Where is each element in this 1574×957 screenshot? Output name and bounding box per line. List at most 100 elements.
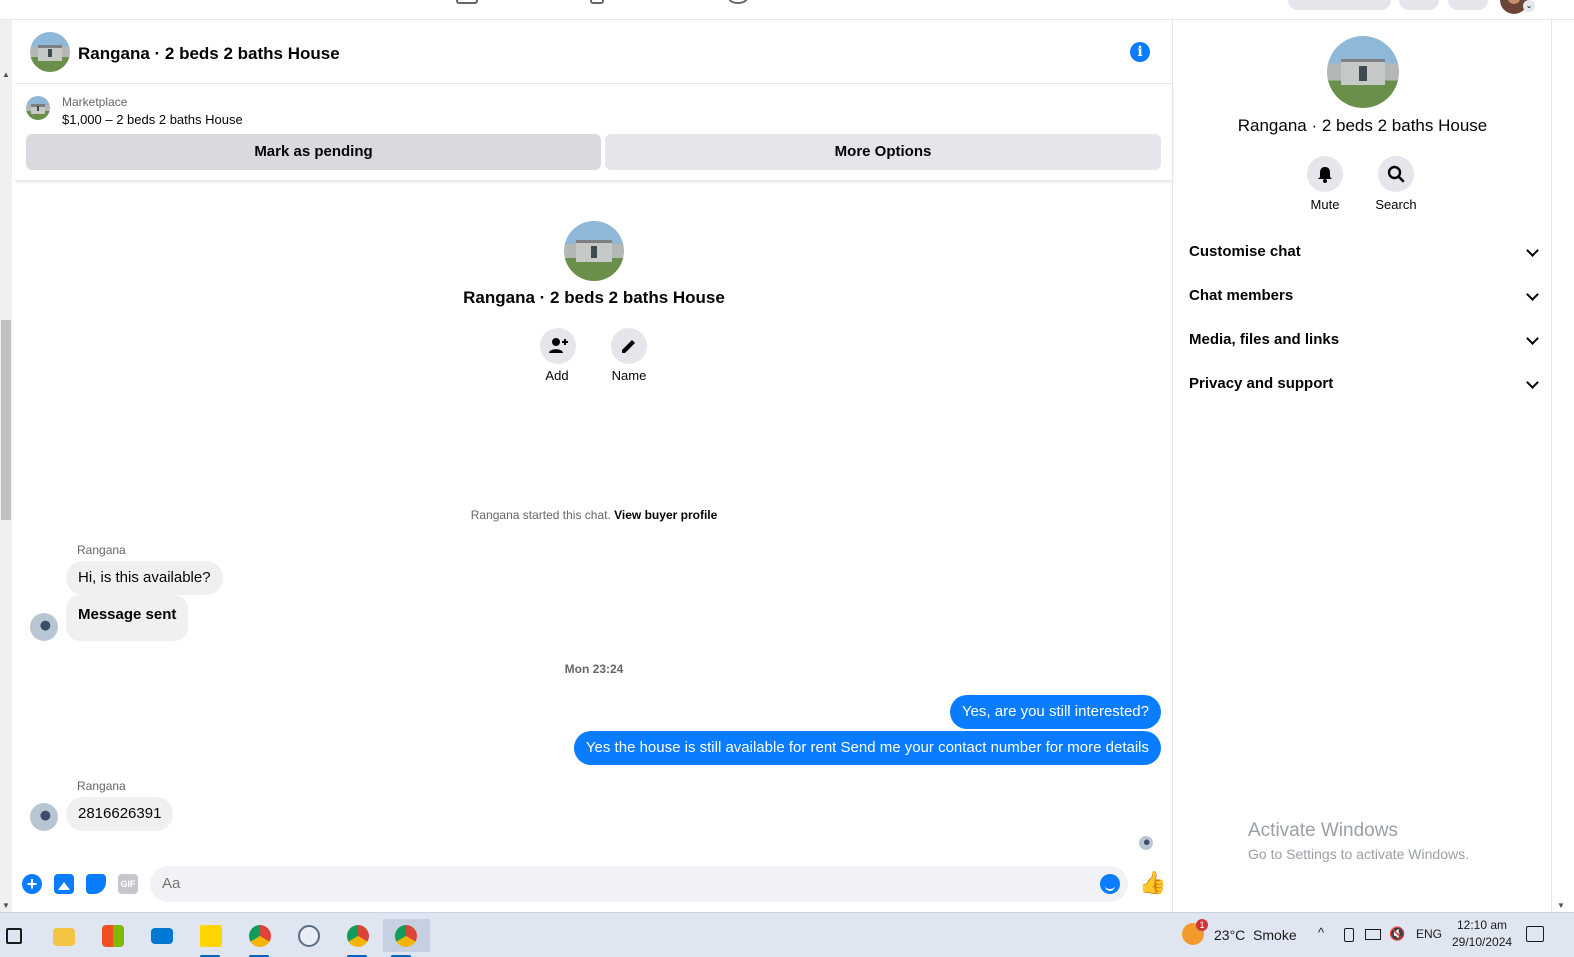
chat-window: Rangana · 2 beds 2 baths House i Marketp… xyxy=(15,20,1173,912)
section-media-files-links[interactable]: Media, files and links xyxy=(1189,322,1539,358)
scroll-down-arrow-icon[interactable]: ▼ xyxy=(1557,901,1565,910)
intro-avatar xyxy=(564,221,624,281)
message-bubble-outgoing[interactable]: Yes the house is still available for ren… xyxy=(573,731,1161,765)
chrome-profile-1-icon[interactable] xyxy=(241,919,277,957)
tray-chevron-up-icon[interactable]: ^ xyxy=(1318,925,1324,940)
chat-avatar[interactable] xyxy=(30,32,70,72)
scrollbar-thumb[interactable] xyxy=(1,320,11,520)
clock-time: 12:10 am xyxy=(1456,918,1508,932)
view-buyer-profile-link[interactable]: View buyer profile xyxy=(614,508,717,522)
search-button[interactable] xyxy=(1378,156,1414,192)
volume-muted-icon[interactable]: 🔇 xyxy=(1389,926,1405,942)
section-customise-chat[interactable]: Customise chat xyxy=(1189,234,1539,270)
meet-now-icon[interactable] xyxy=(1344,928,1354,942)
emoji-icon[interactable] xyxy=(1100,874,1120,894)
groups-nav-icon[interactable] xyxy=(590,0,604,4)
panel-avatar[interactable] xyxy=(1327,36,1399,108)
chat-started-note: Rangana started this chat. View buyer pr… xyxy=(15,508,1173,522)
mute-button[interactable] xyxy=(1307,156,1343,192)
thumbs-up-icon[interactable]: 👍 xyxy=(1139,871,1166,895)
section-label: Customise chat xyxy=(1189,243,1301,260)
photo-icon[interactable] xyxy=(54,874,74,894)
chat-info-panel: Rangana · 2 beds 2 baths House Mute Sear… xyxy=(1174,20,1551,912)
system-clock[interactable]: 12:10 am 29/10/2024 xyxy=(1452,917,1512,951)
sender-name: Rangana xyxy=(77,779,126,793)
seen-receipt-avatar xyxy=(1139,836,1153,850)
bell-icon xyxy=(1318,167,1332,183)
chat-title[interactable]: Rangana · 2 beds 2 baths House xyxy=(78,44,340,64)
section-privacy-support[interactable]: Privacy and support xyxy=(1189,366,1539,402)
message-sent-bubble[interactable]: Message sent xyxy=(66,595,189,641)
messenger-icon[interactable] xyxy=(1448,0,1488,10)
marketplace-nav-icon[interactable] xyxy=(456,0,478,4)
chat-header: Rangana · 2 beds 2 baths House i xyxy=(15,20,1173,84)
message-composer: + GIF 👍 xyxy=(15,864,1173,912)
sender-avatar[interactable] xyxy=(30,613,58,641)
microsoft-store-icon[interactable] xyxy=(94,919,130,952)
more-options-button[interactable]: More Options xyxy=(605,134,1161,170)
left-scrollbar[interactable]: ▲ ▼ xyxy=(0,20,12,912)
scroll-up-arrow-icon[interactable]: ▲ xyxy=(2,70,10,79)
message-bubble-incoming[interactable]: Hi, is this available? xyxy=(66,561,223,595)
plus-icon[interactable]: + xyxy=(22,874,42,894)
language-indicator[interactable]: ENG xyxy=(1416,927,1442,941)
notifications-icon[interactable] xyxy=(1526,926,1544,942)
section-label: Chat members xyxy=(1189,287,1294,304)
message-timestamp: Mon 23:24 xyxy=(564,662,624,676)
add-label: Add xyxy=(545,368,569,383)
listing-price-title[interactable]: $1,000 – 2 beds 2 baths House xyxy=(62,112,243,127)
chrome-profile-2-icon[interactable] xyxy=(339,919,375,957)
message-input[interactable] xyxy=(150,866,1128,902)
listing-label: Marketplace xyxy=(62,95,128,109)
intro-title: Rangana · 2 beds 2 baths House xyxy=(463,288,725,307)
chevron-down-icon xyxy=(1526,244,1539,257)
find-friends-pill[interactable] xyxy=(1288,0,1391,10)
section-chat-members[interactable]: Chat members xyxy=(1189,278,1539,314)
scroll-down-arrow-icon[interactable]: ▼ xyxy=(2,901,10,910)
clock-date: 29/10/2024 xyxy=(1452,935,1513,949)
paint-icon[interactable] xyxy=(290,919,326,952)
panel-title: Rangana · 2 beds 2 baths House xyxy=(1237,116,1488,135)
account-chevron-down-icon[interactable]: ⌄ xyxy=(1523,0,1535,12)
top-navigation-bar: ⌄ xyxy=(0,0,1574,20)
search-label: Search xyxy=(1375,197,1417,212)
name-label: Name xyxy=(611,368,647,383)
search-icon xyxy=(1387,165,1405,183)
windows-activation-watermark: Activate Windows Go to Settings to activ… xyxy=(1248,820,1469,862)
started-text: Rangana started this chat. xyxy=(470,508,611,522)
add-person-button[interactable] xyxy=(540,328,576,364)
weather-badge: 1 xyxy=(1196,919,1208,931)
info-icon[interactable]: i xyxy=(1130,42,1150,62)
chrome-active-icon[interactable] xyxy=(383,919,430,957)
sticky-notes-icon[interactable] xyxy=(192,919,228,957)
sticker-icon[interactable] xyxy=(86,874,106,894)
chevron-down-icon xyxy=(1526,376,1539,389)
network-icon[interactable] xyxy=(1365,929,1381,940)
weather-text[interactable]: 23°C Smoke xyxy=(1214,927,1297,943)
watermark-title: Activate Windows xyxy=(1248,820,1398,841)
windows-taskbar: 1 23°C Smoke ^ 🔇 ENG 12:10 am 29/10/2024 xyxy=(0,912,1574,957)
mark-as-pending-button[interactable]: Mark as pending xyxy=(26,134,601,170)
file-explorer-icon[interactable] xyxy=(45,919,81,952)
gaming-nav-icon[interactable] xyxy=(728,0,748,4)
right-scrollbar[interactable]: ▼ xyxy=(1551,20,1574,912)
message-bubble-incoming[interactable]: 2816626391 xyxy=(66,797,174,831)
pencil-icon xyxy=(622,340,635,353)
task-view-icon[interactable] xyxy=(0,919,36,952)
menu-grid-icon[interactable] xyxy=(1399,0,1439,10)
gif-icon[interactable]: GIF xyxy=(118,874,138,894)
message-bubble-outgoing[interactable]: Yes, are you still interested? xyxy=(949,695,1161,729)
sender-name: Rangana xyxy=(77,543,126,557)
chevron-down-icon xyxy=(1526,288,1539,301)
add-person-icon xyxy=(549,338,568,353)
edit-name-button[interactable] xyxy=(611,328,647,364)
marketplace-listing-banner: Marketplace $1,000 – 2 beds 2 baths Hous… xyxy=(15,84,1173,181)
chevron-down-icon xyxy=(1526,332,1539,345)
section-label: Privacy and support xyxy=(1189,375,1334,392)
section-label: Media, files and links xyxy=(1189,331,1340,348)
watermark-subtitle: Go to Settings to activate Windows. xyxy=(1248,846,1469,862)
sender-avatar[interactable] xyxy=(30,803,58,831)
listing-thumbnail[interactable] xyxy=(26,96,50,120)
mail-icon[interactable] xyxy=(143,919,179,952)
mute-label: Mute xyxy=(1310,197,1340,212)
